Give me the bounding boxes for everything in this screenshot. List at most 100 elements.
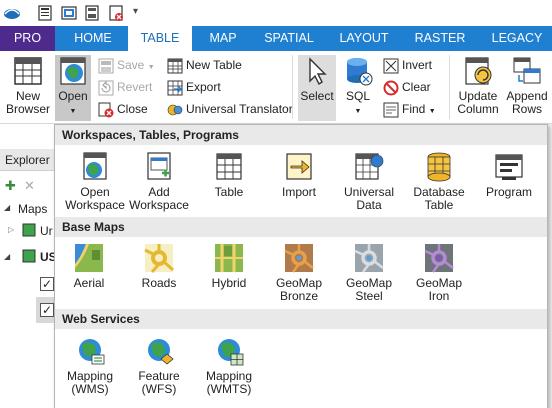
ribbon-separator-2 [449,55,450,119]
mapinfo-pro-window: ▾ PRO HOME TABLE MAP SPATIAL LAYOUT RAST… [0,0,552,408]
title-bar: ▾ [0,0,552,26]
update-column-button[interactable]: Update Column [454,55,502,116]
universal-data-label-2: Data [356,198,382,212]
wmts-gallery-icon [218,339,244,366]
import-item[interactable]: Import [264,151,334,199]
tab-legacy[interactable]: LEGACY [486,26,548,51]
geomap-steel-gallery-icon [354,244,384,273]
layer-visibility-checkbox-1[interactable]: ✓ [40,277,54,291]
wms-gallery-icon [79,339,105,365]
revert-label: Revert [117,80,153,94]
tab-raster[interactable]: RASTER [408,26,472,51]
close-table-button[interactable]: Close [98,99,148,119]
select-button[interactable]: Select [299,55,335,103]
layer-visibility-checkbox-2[interactable]: ✓ [40,303,54,317]
revert-button[interactable]: Revert [98,77,152,97]
tab-pro[interactable]: PRO [0,26,55,51]
remove-icon[interactable]: ✕ [24,178,35,194]
open-workspace-item[interactable]: Open Workspace [60,151,130,212]
select-arrow-icon [309,57,327,86]
export-icon [167,80,183,96]
ribbon-panel: New Browser Open ▼ Save ▼ Revert Close N… [0,51,552,124]
find-icon [383,102,399,118]
map-window-icon [22,223,36,237]
item1-expand-chevron-icon[interactable]: ▷ [8,225,14,234]
universal-translator-button[interactable]: Universal Translator [167,99,293,119]
open-workspace-gallery-icon [83,152,107,180]
tab-map[interactable]: MAP [198,26,248,51]
new-browser-icon [14,57,42,85]
wmts-item[interactable]: Mapping (WMTS) [194,335,264,396]
geomap-bronze-item[interactable]: GeoMap Bronze [264,242,334,303]
maps-expand-chevron-icon[interactable]: ◢ [4,203,10,212]
save-icon[interactable] [83,4,101,22]
aerial-map-gallery-icon [75,244,103,272]
item2-expand-chevron-icon[interactable]: ◢ [4,252,10,261]
tab-spatial[interactable]: SPATIAL [258,26,320,51]
new-browser-label-2: Browser [5,102,50,116]
new-browser-button[interactable]: New Browser [4,55,52,116]
wfs-label-2: (WFS) [141,382,177,396]
find-button[interactable]: Find ▼ [383,99,436,119]
hybrid-map-item[interactable]: Hybrid [194,242,264,290]
wms-item[interactable]: Mapping (WMS) [55,335,125,396]
sql-label: SQL [345,89,370,103]
database-table-label-2: Table [424,198,454,212]
open-workspace-label-1: Open [80,185,110,199]
open-button[interactable]: Open ▼ [55,55,91,121]
explorer-title: Explorer [5,153,50,167]
right-edge-strip [548,124,552,408]
find-caret-icon: ▼ [428,108,436,115]
wfs-item[interactable]: Feature (WFS) [124,335,194,396]
update-label-2: Column [457,102,499,116]
new-table-label: New Table [186,58,242,72]
universal-translator-icon [167,104,183,116]
export-button[interactable]: Export [167,77,221,97]
universal-data-item[interactable]: Universal Data [334,151,404,212]
tab-home[interactable]: HOME [62,26,124,51]
database-table-label-1: Database [413,185,465,199]
table-gallery-icon [216,153,242,180]
aerial-label: Aerial [73,276,105,290]
wms-label-2: (WMS) [71,382,109,396]
open-folder-icon[interactable] [60,4,78,22]
new-browser-label-1: New [15,89,40,103]
program-item[interactable]: Program [474,151,544,199]
open-workspace-icon [60,57,86,85]
open-workspace-label-2: Workspace [65,198,125,212]
add-workspace-item[interactable]: Add Workspace [124,151,194,212]
close-document-icon[interactable] [107,4,125,22]
select-label: Select [300,89,334,103]
save-table-button[interactable]: Save ▼ [98,55,155,75]
append-rows-button[interactable]: Append Rows [504,55,550,116]
sql-button[interactable]: SQL ▼ [340,55,376,118]
roads-label: Roads [141,276,177,290]
geomap-iron-item[interactable]: GeoMap Iron [404,242,474,303]
ribbon-tab-bar: PRO HOME TABLE MAP SPATIAL LAYOUT RASTER… [0,26,552,51]
aerial-map-item[interactable]: Aerial [54,242,124,290]
customize-toolbar-chevron-icon[interactable]: ▾ [133,6,138,17]
app-logo-icon [4,9,20,19]
new-table-button[interactable]: New Table [167,55,242,75]
export-label: Export [186,80,221,94]
geomap-bronze-label-1: GeoMap [275,276,323,290]
clear-label: Clear [402,80,431,94]
table-item[interactable]: Table [194,151,264,199]
add-icon[interactable]: ✚ [5,178,16,194]
tab-layout[interactable]: LAYOUT [332,26,396,51]
roads-map-item[interactable]: Roads [124,242,194,290]
save-label: Save [117,58,145,72]
geomap-iron-label-1: GeoMap [415,276,463,290]
sql-database-icon [347,58,373,86]
maps-group-label: Maps [18,202,48,216]
clear-button[interactable]: Clear [383,77,431,97]
database-table-item[interactable]: Database Table [404,151,474,212]
invert-button[interactable]: Invert [383,55,432,75]
new-document-icon[interactable] [36,4,54,22]
geomap-steel-item[interactable]: GeoMap Steel [334,242,404,303]
wmts-label-1: Mapping [205,369,253,383]
tab-table[interactable]: TABLE [128,26,192,51]
import-gallery-icon [286,153,312,180]
wfs-label-1: Feature [138,369,180,383]
wms-label-1: Mapping [66,369,114,383]
